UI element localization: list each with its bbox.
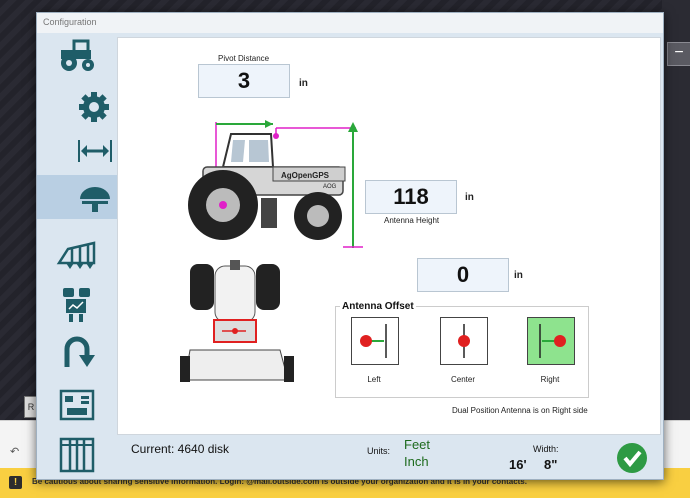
gear-icon[interactable] [37,85,117,129]
configuration-dialog: Configuration Pivot Distance 3 in AgOpen… [36,12,664,480]
offset-right-label: Right [540,375,560,384]
offset-center-label: Center [450,375,475,384]
tractor-icon[interactable] [37,33,117,77]
window-title: Configuration [43,17,97,27]
sidebar [37,33,117,479]
tractor-side-view: AgOpenGPS AOG [188,120,356,240]
offset-center-button[interactable] [440,317,488,365]
width-inch-value: 8" [544,457,558,472]
tool-hitch-icon[interactable] [37,233,117,277]
antenna-offset-title: Antenna Offset [340,301,416,312]
pivot-distance-input[interactable]: 3 [198,64,290,98]
gps-antenna-icon[interactable] [37,175,117,219]
antenna-offset-unit: in [514,270,523,281]
antenna-height-label: Antenna Height [384,216,440,225]
offset-right-button[interactable] [527,317,575,365]
current-vehicle-text: Current: 4640 disk [131,442,230,456]
width-label: Width: [533,444,559,454]
antenna-offset-group: Antenna Offset Left Center Right [335,301,589,398]
dual-antenna-note: Dual Position Antenna is on Right side [452,406,588,415]
units-label: Units: [367,446,391,456]
ok-button[interactable] [617,443,647,473]
antenna-settings-panel: Pivot Distance 3 in AgOpenGPS AOG 118 in… [117,37,661,435]
module-board-icon[interactable] [37,383,117,427]
pivot-distance-unit: in [299,78,308,89]
tractor-model-text: AOG [323,184,337,190]
units-inch-option[interactable]: Inch [404,454,429,469]
background-panel-right: − [662,0,690,420]
antenna-height-input[interactable]: 118 [365,180,457,214]
units-feet-option[interactable]: Feet [404,437,430,452]
width-arrows-icon[interactable] [37,129,117,173]
antenna-offset-input[interactable]: 0 [417,258,509,292]
title-bar: Configuration [37,13,663,33]
offset-left-label: Left [367,375,381,384]
warning-icon: ! [9,476,22,489]
background-minus-button[interactable]: − [667,42,690,66]
u-turn-icon[interactable] [37,331,117,375]
width-feet-value: 16' [509,457,527,472]
sections-icon[interactable] [37,283,117,327]
pivot-distance-label: Pivot Distance [218,54,270,63]
footer-bar: Current: 4640 disk Units: Feet Inch Widt… [117,433,663,479]
antenna-height-unit: in [465,192,474,203]
tractor-top-view [180,260,294,382]
antenna-height-arrow [343,122,363,248]
grid-columns-icon[interactable] [37,433,117,477]
offset-left-button[interactable] [351,317,399,365]
checkmark-icon [623,450,642,468]
tractor-brand-text: AgOpenGPS [281,171,330,180]
